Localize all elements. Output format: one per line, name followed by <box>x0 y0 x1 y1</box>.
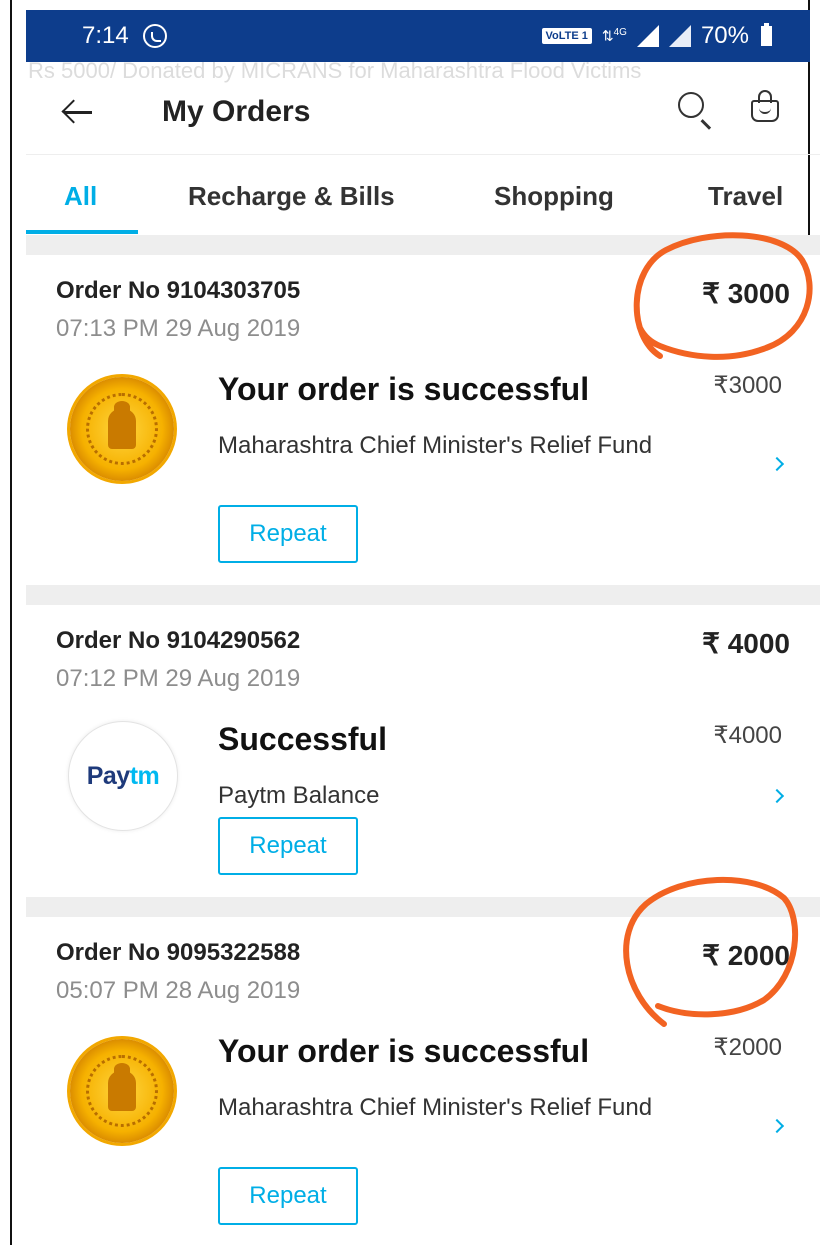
order-number: Order No 9095322588 <box>56 939 301 966</box>
section-divider <box>26 585 820 605</box>
item-amount: ₹2000 <box>713 1034 782 1061</box>
status-indicators: VoLTE 1 ⇅4G 70% <box>541 22 772 50</box>
tab-shopping[interactable]: Shopping <box>494 181 614 212</box>
battery-percent: 70% <box>700 22 749 49</box>
paytm-logo-tm: tm <box>129 761 160 790</box>
item-amount: ₹4000 <box>713 722 782 749</box>
tab-recharge-bills[interactable]: Recharge & Bills <box>188 181 395 212</box>
active-tab-indicator <box>26 230 138 234</box>
order-number: Order No 9104303705 <box>56 277 301 304</box>
order-tabs: All Recharge & Bills Shopping Travel <box>26 155 820 235</box>
shopping-bag-icon[interactable] <box>750 90 780 122</box>
order-card[interactable]: Order No 9095322588 05:07 PM 28 Aug 2019… <box>26 917 820 1245</box>
section-divider <box>26 235 820 255</box>
order-total: ₹ 2000 <box>702 940 790 971</box>
app-header: My Orders <box>26 70 820 155</box>
order-number: Order No 9104290562 <box>56 627 301 654</box>
chevron-right-icon[interactable] <box>769 788 785 804</box>
merchant-name: Maharashtra Chief Minister's Relief Fund <box>218 432 653 459</box>
back-arrow-icon[interactable] <box>60 94 96 130</box>
repeat-button[interactable]: Repeat <box>218 1167 358 1225</box>
repeat-button[interactable]: Repeat <box>218 817 358 875</box>
paytm-logo-pay: Pay <box>86 761 130 790</box>
merchant-name: Maharashtra Chief Minister's Relief Fund <box>218 1094 653 1121</box>
tab-all[interactable]: All <box>64 181 97 212</box>
signal-icon-secondary <box>668 25 691 47</box>
maharashtra-emblem-logo <box>70 377 174 481</box>
order-status: Your order is successful <box>218 371 590 407</box>
section-divider <box>26 897 820 917</box>
chevron-right-icon[interactable] <box>769 1118 785 1134</box>
repeat-button[interactable]: Repeat <box>218 505 358 563</box>
battery-icon <box>761 23 772 46</box>
order-time: 05:07 PM 28 Aug 2019 <box>56 977 301 1004</box>
order-card[interactable]: Order No 9104303705 07:13 PM 29 Aug 2019… <box>26 255 820 585</box>
maharashtra-emblem-logo <box>70 1039 174 1143</box>
order-time: 07:12 PM 29 Aug 2019 <box>56 665 301 692</box>
order-time: 07:13 PM 29 Aug 2019 <box>56 315 301 342</box>
item-amount: ₹3000 <box>713 372 782 399</box>
status-time: 7:14 <box>82 22 129 49</box>
data-arrows-icon: ⇅4G <box>601 27 627 44</box>
order-total: ₹ 3000 <box>702 278 790 309</box>
chevron-right-icon[interactable] <box>769 456 785 472</box>
network-type: 4G <box>613 27 627 39</box>
volte-badge: VoLTE 1 <box>541 28 592 44</box>
merchant-name: Paytm Balance <box>218 782 380 809</box>
signal-icon <box>636 25 659 47</box>
order-card[interactable]: Order No 9104290562 07:12 PM 29 Aug 2019… <box>26 605 820 897</box>
status-bar: 7:14 VoLTE 1 ⇅4G 70% <box>26 10 810 62</box>
search-icon[interactable] <box>678 92 704 118</box>
page-title: My Orders <box>162 95 311 128</box>
tab-travel[interactable]: Travel <box>708 181 783 212</box>
paytm-logo: Paytm <box>68 721 178 831</box>
whatsapp-icon <box>142 24 167 48</box>
order-status: Successful <box>218 721 387 757</box>
order-status: Your order is successful <box>218 1033 590 1069</box>
order-total: ₹ 4000 <box>702 628 790 659</box>
